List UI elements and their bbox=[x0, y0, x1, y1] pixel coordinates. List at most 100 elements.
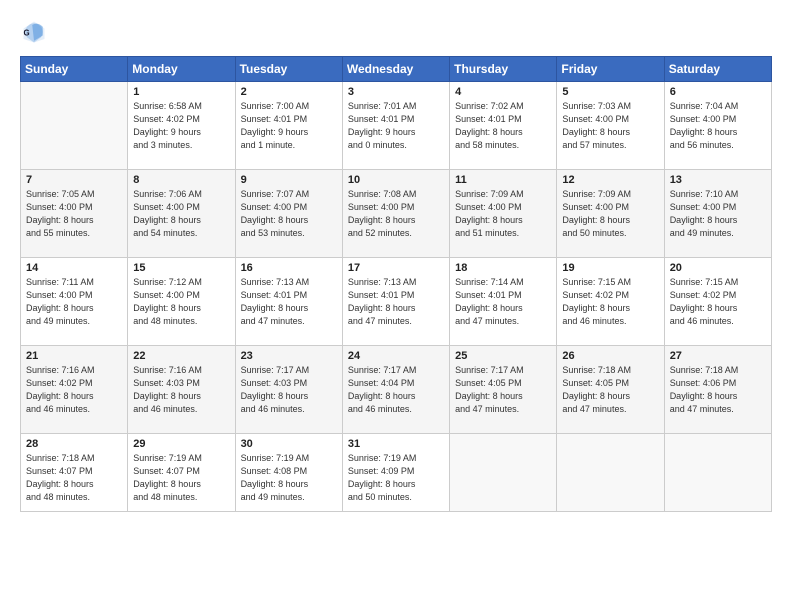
day-number: 20 bbox=[670, 262, 766, 274]
day-cell: 7Sunrise: 7:05 AM Sunset: 4:00 PM Daylig… bbox=[21, 170, 128, 258]
day-number: 6 bbox=[670, 86, 766, 98]
header-cell-monday: Monday bbox=[128, 57, 235, 82]
week-row-1: 1Sunrise: 6:58 AM Sunset: 4:02 PM Daylig… bbox=[21, 82, 772, 170]
day-number: 9 bbox=[241, 174, 337, 186]
day-info: Sunrise: 7:06 AM Sunset: 4:00 PM Dayligh… bbox=[133, 188, 229, 240]
week-row-2: 7Sunrise: 7:05 AM Sunset: 4:00 PM Daylig… bbox=[21, 170, 772, 258]
day-cell: 17 Sunrise: 7:13 AM Sunset: 4:01 PM Dayli… bbox=[342, 258, 449, 346]
day-cell: 1Sunrise: 6:58 AM Sunset: 4:02 PM Daylig… bbox=[128, 82, 235, 170]
day-info: Sunrise: 7:13 AM Sunset: 4:01 PM Dayligh… bbox=[348, 276, 444, 328]
day-cell: 31 Sunrise: 7:19 AM Sunset: 4:09 PM Dayli… bbox=[342, 434, 449, 512]
day-cell: 19 Sunrise: 7:15 AM Sunset: 4:02 PM Dayli… bbox=[557, 258, 664, 346]
day-number: 23 bbox=[241, 350, 337, 362]
day-cell: 30 Sunrise: 7:19 AM Sunset: 4:08 PM Dayli… bbox=[235, 434, 342, 512]
header-cell-wednesday: Wednesday bbox=[342, 57, 449, 82]
calendar-body: 1Sunrise: 6:58 AM Sunset: 4:02 PM Daylig… bbox=[21, 82, 772, 512]
day-cell: 23 Sunrise: 7:17 AM Sunset: 4:03 PM Dayli… bbox=[235, 346, 342, 434]
day-number: 3 bbox=[348, 86, 444, 98]
svg-text:G: G bbox=[24, 29, 30, 38]
day-info: Sunrise: 7:14 AM Sunset: 4:01 PM Dayligh… bbox=[455, 276, 551, 328]
day-info: Sunrise: 7:00 AM Sunset: 4:01 PM Dayligh… bbox=[241, 100, 337, 152]
day-number: 16 bbox=[241, 262, 337, 274]
day-number: 2 bbox=[241, 86, 337, 98]
week-row-5: 28Sunrise: 7:18 AM Sunset: 4:07 PM Dayli… bbox=[21, 434, 772, 512]
day-cell: 11 Sunrise: 7:09 AM Sunset: 4:00 PM Dayli… bbox=[450, 170, 557, 258]
day-info: Sunrise: 7:19 AM Sunset: 4:09 PM Dayligh… bbox=[348, 452, 444, 504]
day-number: 4 bbox=[455, 86, 551, 98]
day-cell bbox=[450, 434, 557, 512]
day-cell: 9Sunrise: 7:07 AM Sunset: 4:00 PM Daylig… bbox=[235, 170, 342, 258]
day-info: Sunrise: 7:01 AM Sunset: 4:01 PM Dayligh… bbox=[348, 100, 444, 152]
day-cell: 10 Sunrise: 7:08 AM Sunset: 4:00 PM Dayli… bbox=[342, 170, 449, 258]
day-info: Sunrise: 7:18 AM Sunset: 4:05 PM Dayligh… bbox=[562, 364, 658, 416]
day-info: Sunrise: 7:08 AM Sunset: 4:00 PM Dayligh… bbox=[348, 188, 444, 240]
day-cell bbox=[664, 434, 771, 512]
day-cell: 14 Sunrise: 7:11 AM Sunset: 4:00 PM Dayli… bbox=[21, 258, 128, 346]
day-cell bbox=[21, 82, 128, 170]
day-number: 28 bbox=[26, 438, 122, 450]
day-info: Sunrise: 7:19 AM Sunset: 4:08 PM Dayligh… bbox=[241, 452, 337, 504]
day-cell: 15 Sunrise: 7:12 AM Sunset: 4:00 PM Dayli… bbox=[128, 258, 235, 346]
day-number: 29 bbox=[133, 438, 229, 450]
day-cell: 12 Sunrise: 7:09 AM Sunset: 4:00 PM Dayli… bbox=[557, 170, 664, 258]
calendar-header: SundayMondayTuesdayWednesdayThursdayFrid… bbox=[21, 57, 772, 82]
day-info: Sunrise: 7:04 AM Sunset: 4:00 PM Dayligh… bbox=[670, 100, 766, 152]
day-cell: 6 Sunrise: 7:04 AM Sunset: 4:00 PM Daylig… bbox=[664, 82, 771, 170]
day-info: Sunrise: 7:17 AM Sunset: 4:05 PM Dayligh… bbox=[455, 364, 551, 416]
day-number: 22 bbox=[133, 350, 229, 362]
day-info: Sunrise: 6:58 AM Sunset: 4:02 PM Dayligh… bbox=[133, 100, 229, 152]
day-info: Sunrise: 7:09 AM Sunset: 4:00 PM Dayligh… bbox=[455, 188, 551, 240]
day-cell: 13Sunrise: 7:10 AM Sunset: 4:00 PM Dayli… bbox=[664, 170, 771, 258]
day-cell: 16Sunrise: 7:13 AM Sunset: 4:01 PM Dayli… bbox=[235, 258, 342, 346]
day-number: 17 bbox=[348, 262, 444, 274]
day-cell: 18Sunrise: 7:14 AM Sunset: 4:01 PM Dayli… bbox=[450, 258, 557, 346]
day-info: Sunrise: 7:09 AM Sunset: 4:00 PM Dayligh… bbox=[562, 188, 658, 240]
day-number: 13 bbox=[670, 174, 766, 186]
header-cell-friday: Friday bbox=[557, 57, 664, 82]
day-number: 21 bbox=[26, 350, 122, 362]
day-number: 26 bbox=[562, 350, 658, 362]
day-cell: 24 Sunrise: 7:17 AM Sunset: 4:04 PM Dayli… bbox=[342, 346, 449, 434]
day-info: Sunrise: 7:17 AM Sunset: 4:04 PM Dayligh… bbox=[348, 364, 444, 416]
day-number: 24 bbox=[348, 350, 444, 362]
calendar-table: SundayMondayTuesdayWednesdayThursdayFrid… bbox=[20, 56, 772, 512]
day-cell: 2 Sunrise: 7:00 AM Sunset: 4:01 PM Daylig… bbox=[235, 82, 342, 170]
calendar-page: G SundayMondayTuesdayWednesdayThursdayFr… bbox=[0, 0, 792, 612]
logo-icon: G bbox=[20, 18, 48, 46]
header-cell-tuesday: Tuesday bbox=[235, 57, 342, 82]
day-cell: 8Sunrise: 7:06 AM Sunset: 4:00 PM Daylig… bbox=[128, 170, 235, 258]
day-number: 12 bbox=[562, 174, 658, 186]
header-cell-thursday: Thursday bbox=[450, 57, 557, 82]
day-cell bbox=[557, 434, 664, 512]
day-info: Sunrise: 7:02 AM Sunset: 4:01 PM Dayligh… bbox=[455, 100, 551, 152]
day-number: 11 bbox=[455, 174, 551, 186]
day-number: 31 bbox=[348, 438, 444, 450]
day-number: 15 bbox=[133, 262, 229, 274]
day-number: 14 bbox=[26, 262, 122, 274]
day-info: Sunrise: 7:15 AM Sunset: 4:02 PM Dayligh… bbox=[670, 276, 766, 328]
day-info: Sunrise: 7:17 AM Sunset: 4:03 PM Dayligh… bbox=[241, 364, 337, 416]
day-cell: 27Sunrise: 7:18 AM Sunset: 4:06 PM Dayli… bbox=[664, 346, 771, 434]
day-number: 25 bbox=[455, 350, 551, 362]
day-info: Sunrise: 7:16 AM Sunset: 4:02 PM Dayligh… bbox=[26, 364, 122, 416]
header-row: SundayMondayTuesdayWednesdayThursdayFrid… bbox=[21, 57, 772, 82]
day-cell: 29 Sunrise: 7:19 AM Sunset: 4:07 PM Dayli… bbox=[128, 434, 235, 512]
day-number: 19 bbox=[562, 262, 658, 274]
day-number: 27 bbox=[670, 350, 766, 362]
day-cell: 20 Sunrise: 7:15 AM Sunset: 4:02 PM Dayli… bbox=[664, 258, 771, 346]
day-info: Sunrise: 7:15 AM Sunset: 4:02 PM Dayligh… bbox=[562, 276, 658, 328]
day-cell: 4 Sunrise: 7:02 AM Sunset: 4:01 PM Daylig… bbox=[450, 82, 557, 170]
header: G bbox=[20, 18, 772, 46]
day-number: 10 bbox=[348, 174, 444, 186]
day-info: Sunrise: 7:03 AM Sunset: 4:00 PM Dayligh… bbox=[562, 100, 658, 152]
day-info: Sunrise: 7:16 AM Sunset: 4:03 PM Dayligh… bbox=[133, 364, 229, 416]
day-number: 5 bbox=[562, 86, 658, 98]
day-cell: 26 Sunrise: 7:18 AM Sunset: 4:05 PM Dayli… bbox=[557, 346, 664, 434]
header-cell-sunday: Sunday bbox=[21, 57, 128, 82]
day-info: Sunrise: 7:11 AM Sunset: 4:00 PM Dayligh… bbox=[26, 276, 122, 328]
day-info: Sunrise: 7:19 AM Sunset: 4:07 PM Dayligh… bbox=[133, 452, 229, 504]
day-number: 30 bbox=[241, 438, 337, 450]
logo: G bbox=[20, 18, 52, 46]
day-info: Sunrise: 7:12 AM Sunset: 4:00 PM Dayligh… bbox=[133, 276, 229, 328]
day-cell: 3 Sunrise: 7:01 AM Sunset: 4:01 PM Daylig… bbox=[342, 82, 449, 170]
